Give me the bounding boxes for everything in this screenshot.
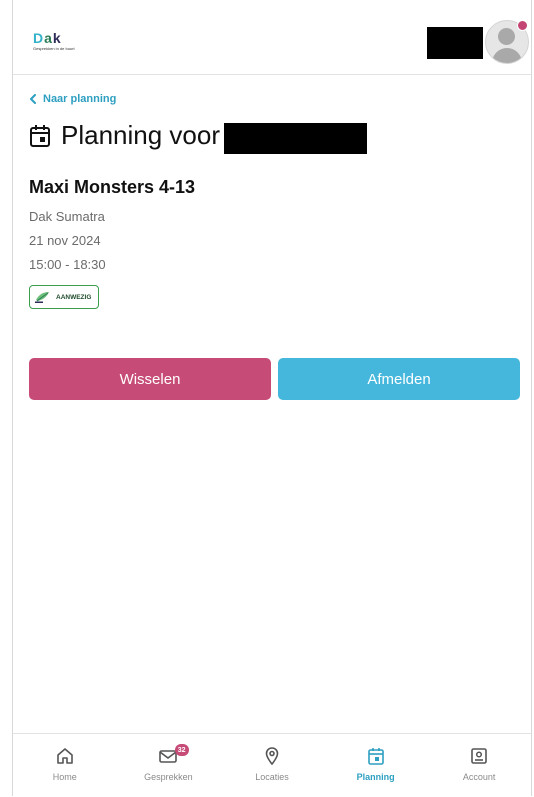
status-badge: AANWEZIG	[29, 285, 99, 309]
chevron-left-icon	[30, 94, 36, 104]
nav-item-planning[interactable]: Planning	[324, 734, 428, 797]
nav-label-planning: Planning	[356, 772, 395, 782]
event-date: 21 nov 2024	[29, 233, 101, 248]
unread-count-badge: 32	[174, 744, 189, 756]
logo-letter-a: a	[44, 30, 53, 46]
redacted-username	[427, 27, 483, 59]
dak-logo[interactable]: Dak Gesprekken in de buurt	[33, 30, 81, 54]
page-title: Planning voor	[29, 120, 220, 151]
back-to-planning-link[interactable]: Naar planning	[29, 93, 116, 105]
calendar-icon	[367, 748, 384, 765]
redacted-name	[224, 123, 367, 154]
app-header: Dak Gesprekken in de buurt	[13, 0, 531, 75]
logo-letter-d: D	[33, 30, 45, 46]
event-time: 15:00 - 18:30	[29, 257, 106, 272]
notification-dot	[517, 20, 528, 31]
bottom-nav: Home 32 Gesprekken Locaties Planning Acc…	[13, 733, 531, 797]
account-icon	[471, 748, 487, 764]
nav-item-locaties[interactable]: Locaties	[220, 734, 324, 797]
calendar-icon	[30, 124, 50, 147]
nav-label-home: Home	[52, 772, 77, 782]
nav-label-locaties: Locaties	[255, 772, 289, 782]
home-icon	[56, 748, 73, 764]
back-link-label: Naar planning	[43, 93, 117, 105]
event-location: Dak Sumatra	[29, 209, 105, 224]
app-frame: Dak Gesprekken in de buurt Naar planning…	[12, 0, 532, 796]
cancel-attendance-button[interactable]: Afmelden	[278, 358, 520, 400]
status-badge-label: AANWEZIG	[56, 293, 92, 301]
nav-item-home[interactable]: Home	[13, 734, 117, 797]
avatar-head	[498, 28, 515, 45]
logo-tagline: Gesprekken in de buurt	[33, 46, 75, 51]
event-title: Maxi Monsters 4-13	[29, 177, 196, 197]
logo-wordmark: Dak	[33, 30, 62, 46]
nav-label-account: Account	[462, 772, 496, 782]
avatar-body	[492, 48, 522, 63]
nav-item-account[interactable]: Account	[427, 734, 531, 797]
location-pin-icon	[265, 747, 279, 766]
nav-label-gesprekken: Gesprekken	[144, 772, 193, 782]
page-title-text: Planning voor	[61, 120, 220, 150]
swap-button[interactable]: Wisselen	[29, 358, 271, 400]
nav-item-gesprekken[interactable]: 32 Gesprekken	[117, 734, 221, 797]
dak-leaf-icon	[35, 292, 49, 303]
logo-letter-k: k	[52, 30, 62, 46]
